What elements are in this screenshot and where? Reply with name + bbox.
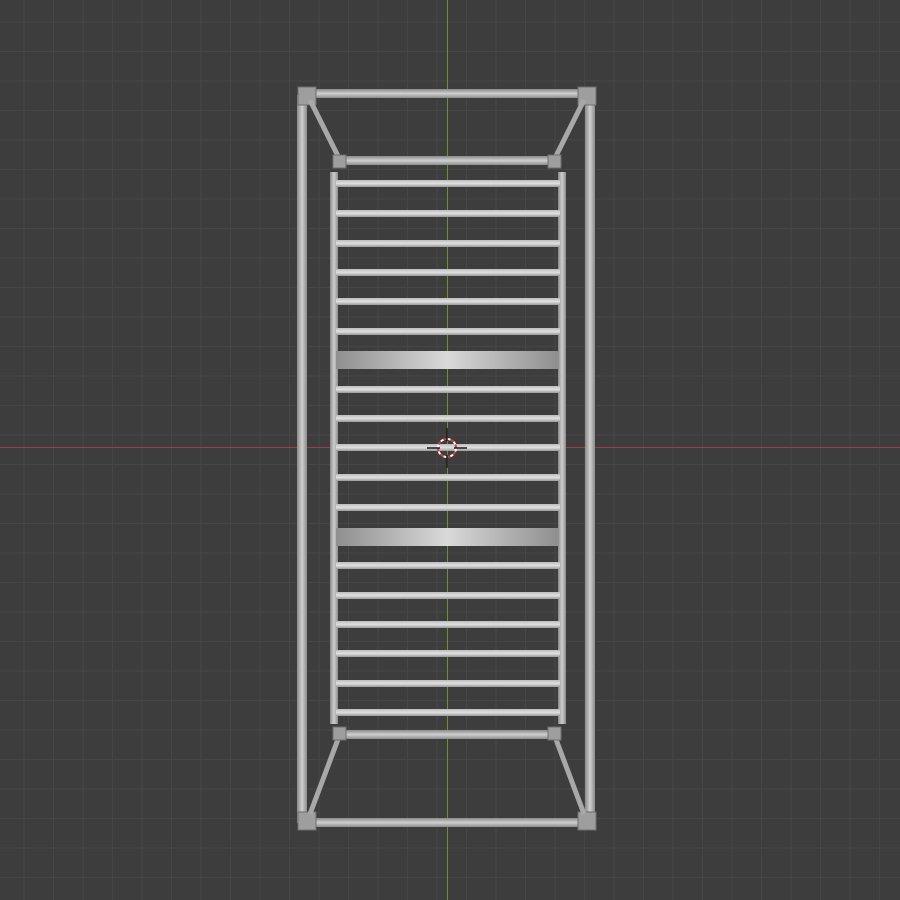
inner-post-tr [547, 154, 562, 169]
brace-br [551, 733, 587, 815]
slat [336, 298, 560, 305]
slat [336, 621, 560, 628]
slat [336, 386, 560, 393]
slat [336, 709, 560, 716]
inner-post-br [547, 726, 562, 741]
slat [336, 328, 560, 335]
corner-post-br [577, 811, 597, 831]
inner-rail-top [336, 156, 558, 165]
slat [336, 650, 560, 657]
slat [336, 415, 560, 422]
outer-rail-left [297, 95, 307, 823]
slat [336, 562, 560, 569]
slat [336, 592, 560, 599]
outer-rail-bottom [305, 818, 587, 827]
slat-wide [336, 528, 558, 546]
slat [336, 474, 560, 481]
slat [336, 180, 560, 187]
inner-rail-bottom [336, 730, 558, 739]
slat [336, 504, 560, 511]
corner-post-bl [297, 811, 317, 831]
slat [336, 269, 560, 276]
slat [336, 240, 560, 247]
brace-tr [551, 98, 587, 162]
brace-tl [307, 98, 343, 162]
inner-post-bl [332, 726, 347, 741]
inner-post-tl [332, 154, 347, 169]
3d-viewport[interactable] [0, 0, 900, 900]
outer-rail-right [585, 95, 595, 823]
outer-rail-top [305, 89, 587, 98]
3d-cursor-icon[interactable] [427, 428, 467, 468]
brace-bl [307, 733, 343, 815]
slat-wide [336, 351, 558, 369]
slat [336, 680, 560, 687]
slat [336, 210, 560, 217]
